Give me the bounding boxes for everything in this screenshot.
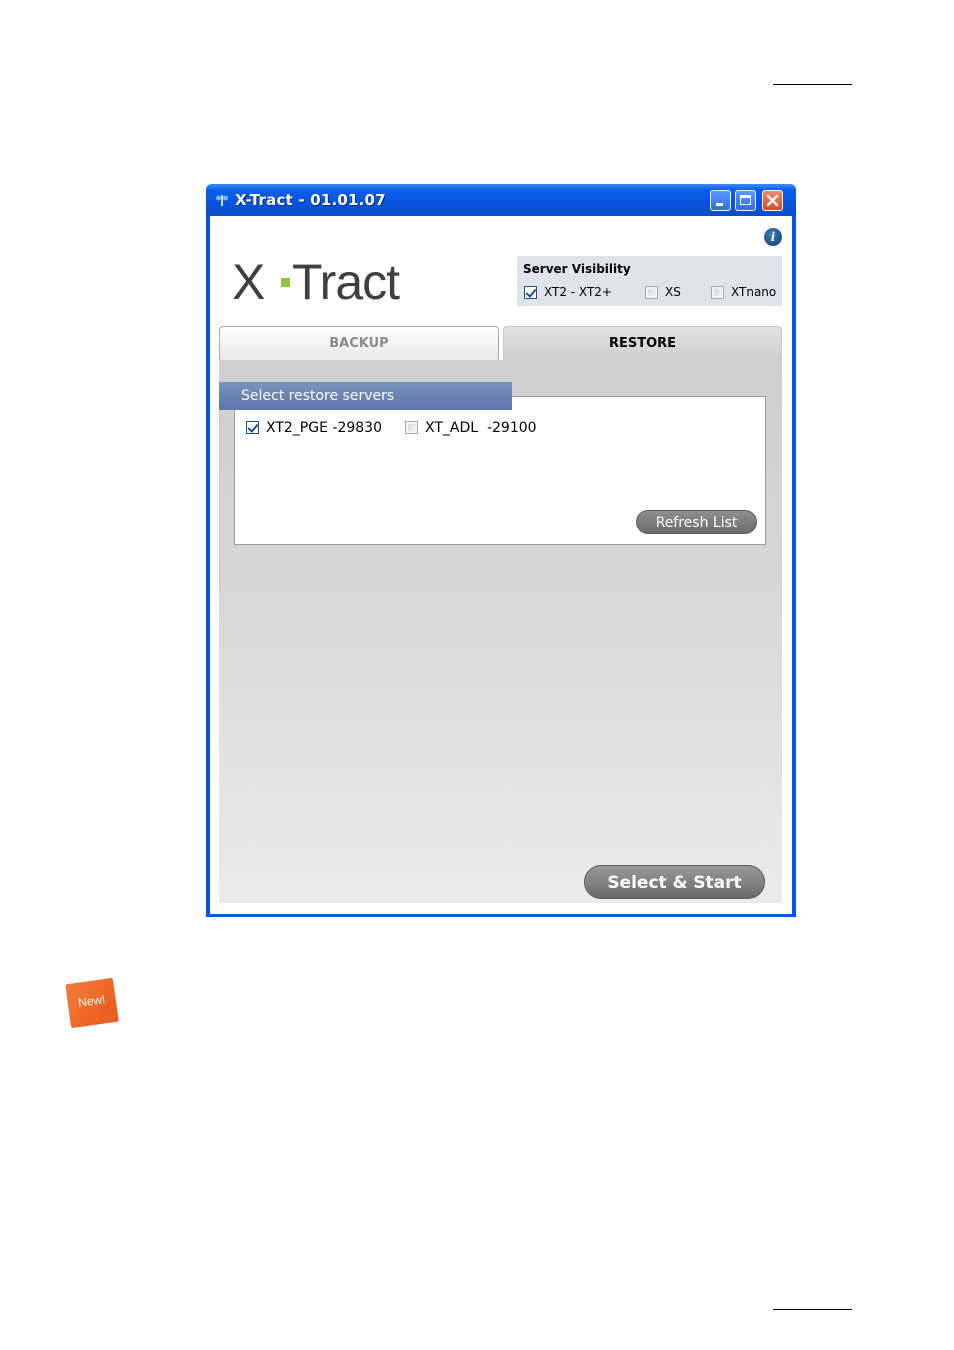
xtract-logo: X Tract <box>232 256 472 308</box>
footer-rule <box>773 1309 852 1310</box>
title-bar[interactable]: X-Tract - 01.01.07 <box>206 184 796 216</box>
maximize-icon[interactable] <box>735 190 756 211</box>
server-visibility-panel: Server Visibility XT2 - XT2+ XS XTnano <box>517 256 782 306</box>
server-xt-adl-label: XT_ADL -29100 <box>425 420 537 436</box>
refresh-list-button[interactable]: Refresh List <box>636 510 757 534</box>
visibility-xs-label: XS <box>665 285 681 299</box>
window-client: i X Tract Server Visibility XT2 - XT2+ X… <box>210 216 792 914</box>
info-icon[interactable]: i <box>764 228 782 246</box>
server-xt2-pge-checkbox[interactable] <box>246 421 259 434</box>
new-badge: New! <box>65 977 119 1029</box>
minimize-icon[interactable] <box>710 190 731 211</box>
logo-tract: Tract <box>292 254 400 310</box>
restore-panel: XT2_PGE -29830 XT_ADL -29100 Refresh Lis… <box>219 360 782 903</box>
new-badge-label: New! <box>77 992 107 1010</box>
tab-restore[interactable]: RESTORE <box>503 326 782 360</box>
visibility-xt2-label: XT2 - XT2+ <box>544 285 612 299</box>
logo-dot <box>281 278 290 287</box>
server-xt2-pge-label: XT2_PGE -29830 <box>266 420 382 436</box>
server-xt-adl-checkbox[interactable] <box>405 421 418 434</box>
close-icon[interactable] <box>762 190 783 211</box>
visibility-xtnano-checkbox[interactable] <box>711 286 724 299</box>
xtract-app-icon <box>216 195 228 206</box>
select-restore-servers-header: Select restore servers <box>219 382 512 410</box>
server-visibility-title: Server Visibility <box>523 262 631 276</box>
visibility-xs-checkbox[interactable] <box>645 286 658 299</box>
xtract-window: X-Tract - 01.01.07 i X Tract Server Visi… <box>206 184 796 917</box>
visibility-xtnano-label: XTnano <box>731 285 777 299</box>
tab-backup[interactable]: BACKUP <box>219 326 499 360</box>
window-title: X-Tract - 01.01.07 <box>235 191 386 209</box>
logo-x: X <box>232 254 265 310</box>
header-rule <box>773 84 852 85</box>
visibility-xt2-checkbox[interactable] <box>524 286 537 299</box>
select-start-button[interactable]: Select & Start <box>584 865 765 899</box>
restore-server-list: XT2_PGE -29830 XT_ADL -29100 Refresh Lis… <box>234 396 766 545</box>
